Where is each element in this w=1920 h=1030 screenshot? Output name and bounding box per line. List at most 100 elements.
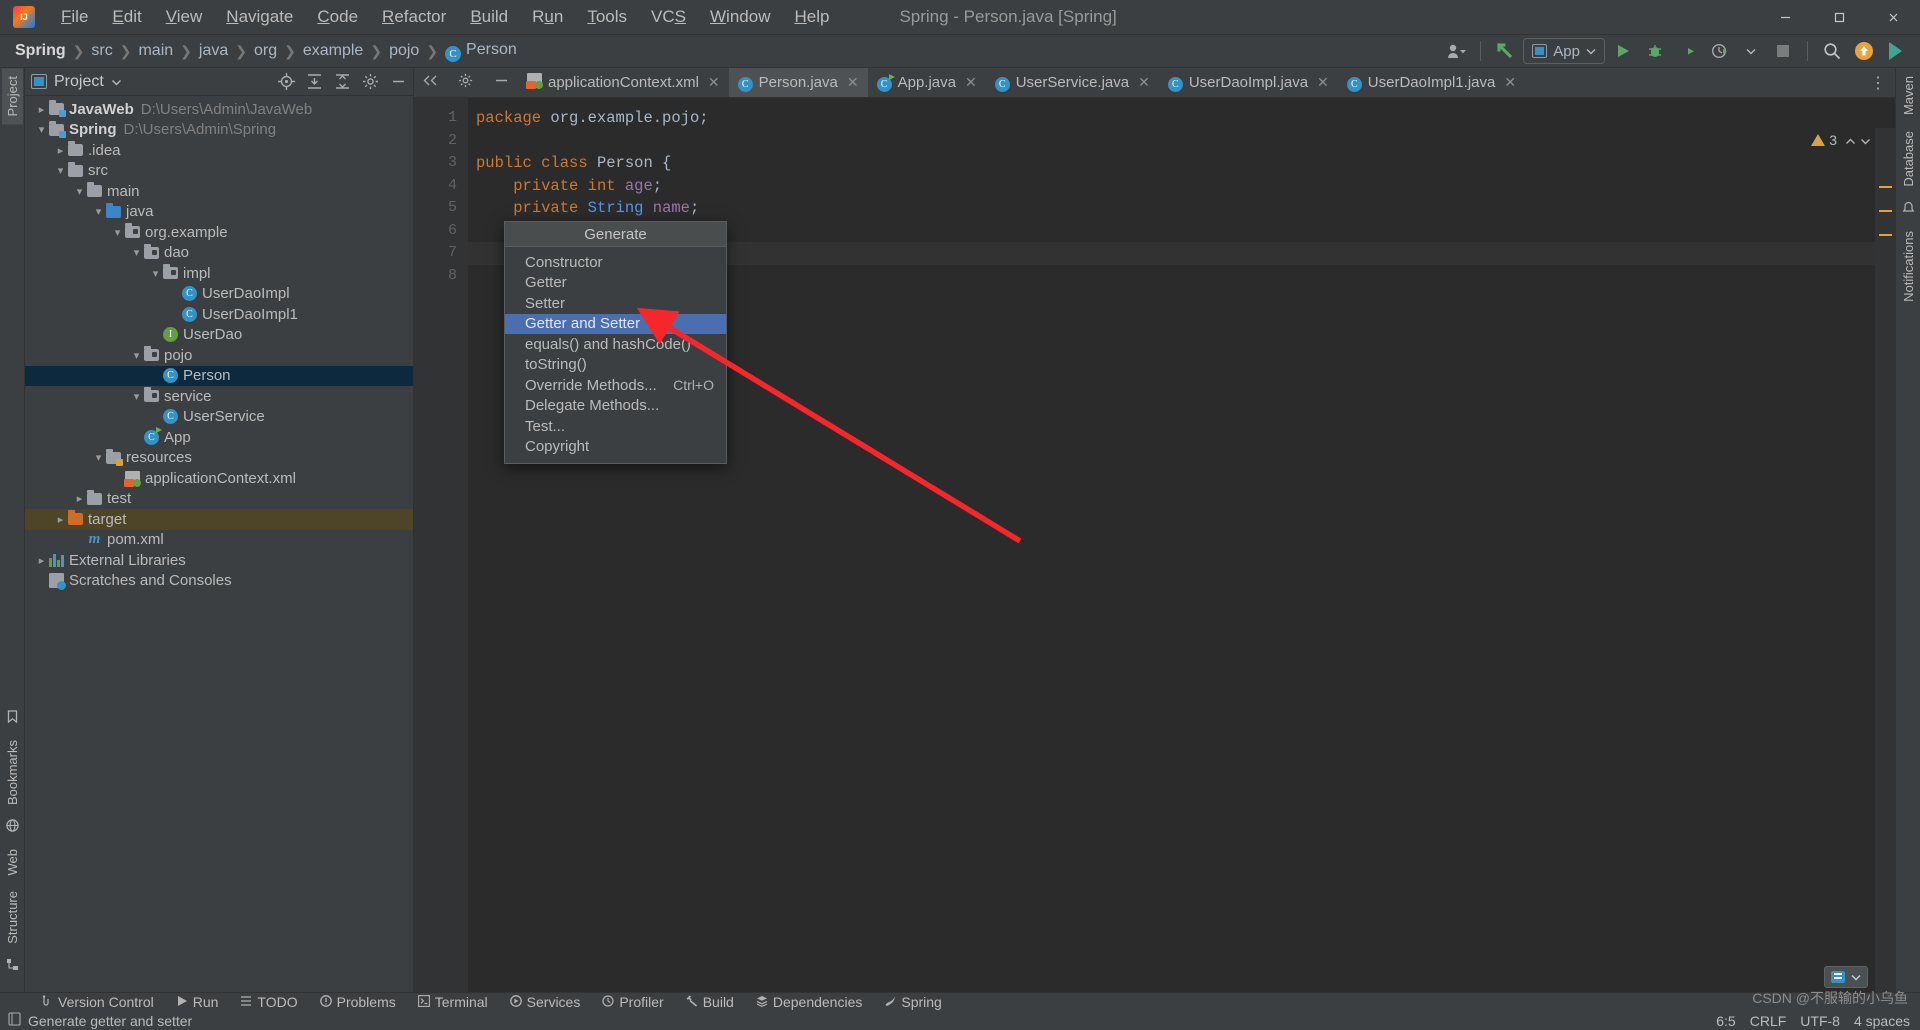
menu-help[interactable]: Help [782, 4, 841, 30]
run-button[interactable] [1609, 38, 1637, 64]
run-with-coverage-button[interactable] [1673, 38, 1701, 64]
sidebar-item-web[interactable]: Web [2, 841, 23, 884]
locate-target-icon[interactable] [277, 73, 295, 91]
tree-node-dao[interactable]: ▾ dao [25, 243, 413, 264]
chevron-down-icon[interactable]: ▾ [130, 390, 143, 403]
menu-navigate[interactable]: Navigate [214, 4, 305, 30]
editor-layout-control[interactable] [1824, 966, 1868, 988]
tree-node-pom-xml[interactable]: m pom.xml [25, 530, 413, 551]
tree-node-person[interactable]: C Person [25, 365, 413, 386]
file-encoding[interactable]: UTF-8 [1800, 1013, 1840, 1029]
tree-node-javaweb[interactable]: ▸ JavaWeb D:\Users\Admin\JavaWeb [25, 99, 413, 120]
tree-node-userdao[interactable]: I UserDao [25, 325, 413, 346]
stop-button[interactable] [1769, 38, 1797, 64]
tool-window-build[interactable]: Build [675, 993, 745, 1012]
menu-view[interactable]: View [154, 4, 215, 30]
error-stripe-markers[interactable] [1875, 128, 1895, 992]
expand-all-icon[interactable] [305, 73, 323, 91]
generate-item-getter[interactable]: Getter [505, 273, 726, 294]
search-everywhere-icon[interactable] [1818, 38, 1846, 64]
chevron-right-icon[interactable]: ▸ [73, 492, 86, 505]
tool-window-version-control[interactable]: Version Control [30, 993, 165, 1012]
settings-gear-icon[interactable] [361, 73, 379, 91]
editor-tab-userservice-java[interactable]: C UserService.java ✕ [986, 68, 1159, 97]
collapse-editor-icon[interactable] [423, 74, 437, 91]
tool-window-todo[interactable]: TODO [229, 993, 308, 1012]
close-tab-icon[interactable]: ✕ [847, 74, 859, 91]
chevron-down-icon[interactable]: ▾ [54, 164, 67, 177]
close-tab-icon[interactable]: ✕ [1504, 74, 1516, 91]
breadcrumb-item-main[interactable]: main [133, 40, 178, 62]
sidebar-item-project[interactable]: Project [1, 68, 23, 125]
close-button[interactable] [1866, 0, 1920, 35]
chevron-down-icon[interactable] [1851, 968, 1861, 986]
close-tab-icon[interactable]: ✕ [708, 74, 720, 91]
chevron-down-icon[interactable]: ▾ [73, 185, 86, 198]
chevron-down-icon[interactable]: ▾ [149, 267, 162, 280]
menu-tools[interactable]: Tools [575, 4, 639, 30]
menu-run[interactable]: Run [520, 4, 575, 30]
editor-tab-person-java[interactable]: C Person.java ✕ [728, 68, 868, 97]
tree-node-external-libraries[interactable]: ▸ External Libraries [25, 550, 413, 571]
profiler-dropdown-icon[interactable] [1737, 38, 1765, 64]
chevron-down-icon[interactable] [111, 73, 122, 91]
ide-feature-icon[interactable] [1882, 38, 1910, 64]
settings-gear-icon[interactable] [458, 73, 473, 92]
generate-item-equals-and-hashcode[interactable]: equals() and hashCode() [505, 334, 726, 355]
tree-node-org-example[interactable]: ▾ org.example [25, 222, 413, 243]
breadcrumb-item-spring[interactable]: Spring [10, 40, 71, 62]
editor-tab-userdaoimpl-java[interactable]: C UserDaoImpl.java ✕ [1159, 68, 1338, 97]
breadcrumb-item-src[interactable]: src [86, 40, 117, 62]
chevron-right-icon[interactable]: ▸ [54, 513, 67, 526]
minimize-button[interactable] [1758, 0, 1812, 35]
inspection-status-widget[interactable]: 3 [1811, 132, 1871, 148]
breadcrumb-item-java[interactable]: java [194, 40, 233, 62]
editor-layout-icon[interactable] [1831, 971, 1845, 983]
tree-node-java[interactable]: ▾ java [25, 202, 413, 223]
sidebar-item-notifications[interactable]: Notifications [1898, 223, 1919, 310]
line-separator[interactable]: CRLF [1750, 1013, 1787, 1029]
tool-window-spring[interactable]: Spring [873, 993, 952, 1012]
tree-node-pojo[interactable]: ▾ pojo [25, 345, 413, 366]
tool-window-profiler[interactable]: Profiler [591, 993, 674, 1012]
collapse-all-icon[interactable] [333, 73, 351, 91]
generate-item-delegate-methods[interactable]: Delegate Methods... [505, 396, 726, 417]
profiler-button[interactable] [1705, 38, 1733, 64]
tool-window-problems[interactable]: Problems [309, 993, 407, 1012]
sidebar-item-maven[interactable]: Maven [1898, 68, 1919, 123]
run-configuration-selector[interactable]: App [1523, 38, 1605, 64]
menu-refactor[interactable]: Refactor [370, 4, 458, 30]
tree-node-userdaoimpl1[interactable]: C UserDaoImpl1 [25, 304, 413, 325]
tree-node-target[interactable]: ▸ target [25, 509, 413, 530]
chevron-down-icon[interactable]: ▾ [92, 451, 105, 464]
indent-setting[interactable]: 4 spaces [1854, 1013, 1910, 1029]
menu-edit[interactable]: Edit [100, 4, 153, 30]
menu-window[interactable]: Window [698, 4, 782, 30]
hide-panel-icon[interactable] [389, 73, 407, 91]
warning-stripe-mark[interactable] [1879, 186, 1892, 188]
warning-stripe-mark[interactable] [1879, 234, 1892, 236]
generate-item-constructor[interactable]: Constructor [505, 252, 726, 273]
tree-node-userdaoimpl[interactable]: C UserDaoImpl [25, 284, 413, 305]
tree-node-main[interactable]: ▾ main [25, 181, 413, 202]
update-arrow-icon[interactable] [1491, 38, 1519, 64]
caret-position[interactable]: 6:5 [1716, 1013, 1735, 1029]
menu-file[interactable]: File [49, 4, 100, 30]
chevron-down-icon[interactable]: ▾ [130, 349, 143, 362]
project-tree[interactable]: ▸ JavaWeb D:\Users\Admin\JavaWeb ▾ Spring D:\… [25, 96, 413, 992]
editor-tab-applicationcontext-xml[interactable]: applicationContext.xml ✕ [518, 68, 729, 97]
chevron-right-icon[interactable]: ▸ [35, 554, 48, 567]
tree-node-userservice[interactable]: C UserService [25, 407, 413, 428]
menu-code[interactable]: Code [305, 4, 370, 30]
close-tab-icon[interactable]: ✕ [1317, 74, 1329, 91]
chevron-down-icon[interactable]: ▾ [92, 205, 105, 218]
generate-item-copyright[interactable]: Copyright [505, 437, 726, 458]
tree-node-resources[interactable]: ▾ resources [25, 448, 413, 469]
breadcrumb-item-pojo[interactable]: pojo [384, 40, 424, 62]
breadcrumb-item-person[interactable]: C Person [440, 39, 522, 64]
breadcrumb-item-example[interactable]: example [298, 40, 368, 62]
generate-item-tostring[interactable]: toString() [505, 355, 726, 376]
menu-vcs[interactable]: VCS [639, 4, 698, 30]
chevron-up-icon[interactable] [1845, 132, 1856, 148]
tool-window-terminal[interactable]: Terminal [407, 993, 499, 1012]
